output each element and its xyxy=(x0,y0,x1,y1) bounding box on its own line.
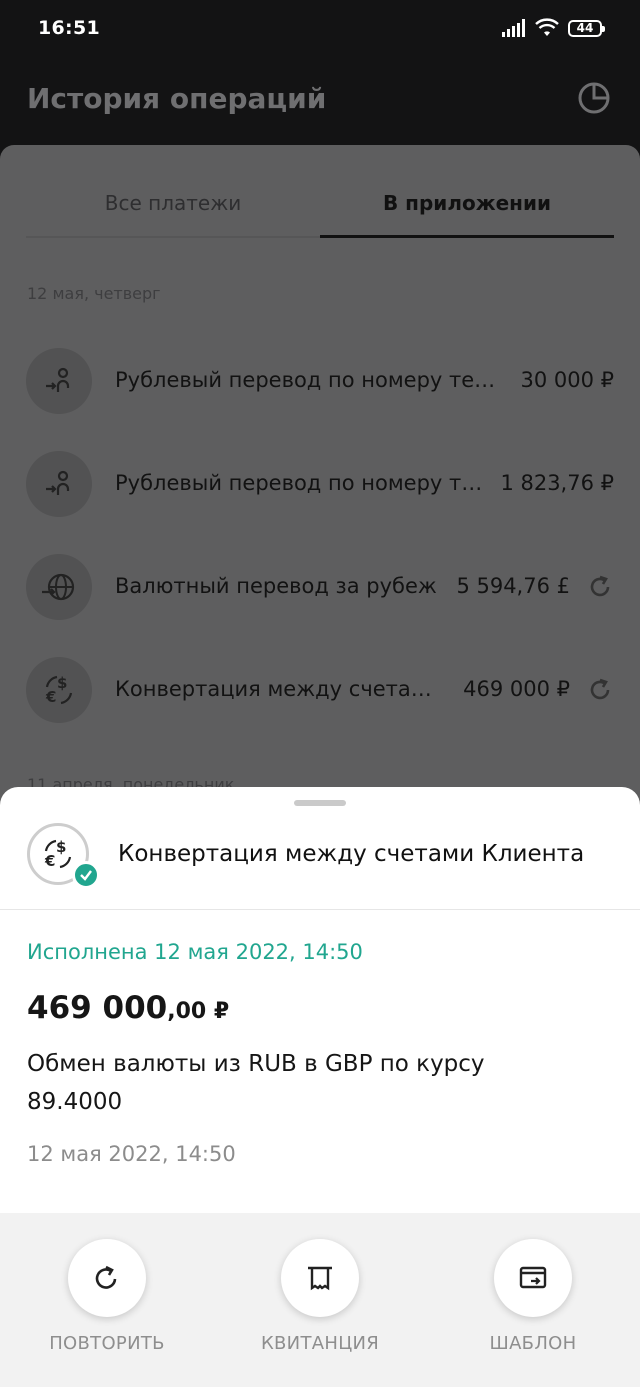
sheet-title: Конвертация между счетами Клиента xyxy=(118,841,585,867)
active-tab-indicator xyxy=(320,235,614,238)
repeat-button[interactable] xyxy=(68,1239,146,1317)
operation-title: Рублевый перевод по номеру телефона xyxy=(115,368,505,392)
operation-timestamp: 12 мая 2022, 14:50 xyxy=(27,1142,236,1166)
operation-amount-detail: 469 000,00 ₽ xyxy=(27,990,229,1026)
repeat-icon xyxy=(95,1265,117,1289)
operation-amount: 1 823,76 ₽ xyxy=(500,471,614,495)
operations-panel: Все платежи В приложении 12 мая, четверг… xyxy=(0,145,640,845)
svg-text:$: $ xyxy=(57,674,67,692)
check-icon xyxy=(72,861,100,889)
operation-details-sheet: $ € Конвертация между счетами Клиента Ис… xyxy=(0,787,640,1387)
page-title: История операций xyxy=(27,82,327,115)
operation-amount: 469 000 ₽ xyxy=(463,677,570,701)
status-time: 16:51 xyxy=(38,17,100,39)
status-bar: 16:51 44 xyxy=(0,0,640,60)
repeat-icon[interactable] xyxy=(586,676,614,704)
svg-text:€: € xyxy=(44,852,55,870)
person-transfer-icon xyxy=(26,348,92,414)
tab-bar: Все платежи В приложении xyxy=(26,145,614,238)
status-text: Исполнена 12 мая 2022, 14:50 xyxy=(27,940,363,964)
receipt-button[interactable] xyxy=(281,1239,359,1317)
sheet-drag-handle[interactable] xyxy=(294,800,346,806)
date-header: 12 мая, четверг xyxy=(27,284,161,303)
operation-title: Рублевый перевод по номеру телефона xyxy=(115,471,490,495)
svg-text:$: $ xyxy=(56,838,66,856)
amount-fraction: ,00 ₽ xyxy=(167,999,230,1024)
repeat-label: ПОВТОРИТЬ xyxy=(49,1333,165,1354)
sheet-header: $ € Конвертация между счетами Клиента xyxy=(0,821,640,910)
person-transfer-icon xyxy=(26,451,92,517)
tab-all-payments[interactable]: Все платежи xyxy=(26,191,320,215)
wifi-icon xyxy=(535,18,559,36)
currency-exchange-icon: $ € xyxy=(26,657,92,723)
template-icon xyxy=(519,1266,547,1289)
template-label: ШАБЛОН xyxy=(489,1333,577,1354)
operation-row[interactable]: Валютный перевод за рубеж 5 594,76 £ xyxy=(26,554,614,620)
tab-in-app[interactable]: В приложении xyxy=(320,191,614,215)
operation-description: Обмен валюты из RUB в GBP по курсу 89.40… xyxy=(27,1051,485,1115)
operation-title: Валютный перевод за рубеж xyxy=(115,574,437,598)
operation-amount: 30 000 ₽ xyxy=(520,368,614,392)
battery-indicator: 44 xyxy=(568,19,605,37)
receipt-icon xyxy=(308,1266,332,1291)
operation-row[interactable]: Рублевый перевод по номеру телефона 30 0… xyxy=(26,348,614,414)
operation-row[interactable]: $ € Конвертация между счетами Клиента 46… xyxy=(26,657,614,723)
receipt-label: КВИТАНЦИЯ xyxy=(260,1333,380,1354)
globe-transfer-icon xyxy=(26,554,92,620)
operation-title: Конвертация между счетами Клиента xyxy=(115,677,445,701)
operation-amount: 5 594,76 £ xyxy=(456,574,570,598)
amount-main: 469 000 xyxy=(27,990,168,1026)
system-icons: 44 xyxy=(502,18,605,38)
actions-bar: ПОВТОРИТЬ КВИТАНЦИЯ ШАБЛОН xyxy=(0,1213,640,1387)
signal-icon xyxy=(502,19,525,37)
repeat-icon[interactable] xyxy=(586,573,614,601)
operation-row[interactable]: Рублевый перевод по номеру телефона 1 82… xyxy=(26,451,614,517)
pie-chart-icon[interactable] xyxy=(576,80,612,116)
svg-text:€: € xyxy=(45,688,56,706)
app-bar: История операций xyxy=(0,60,640,145)
template-button[interactable] xyxy=(494,1239,572,1317)
